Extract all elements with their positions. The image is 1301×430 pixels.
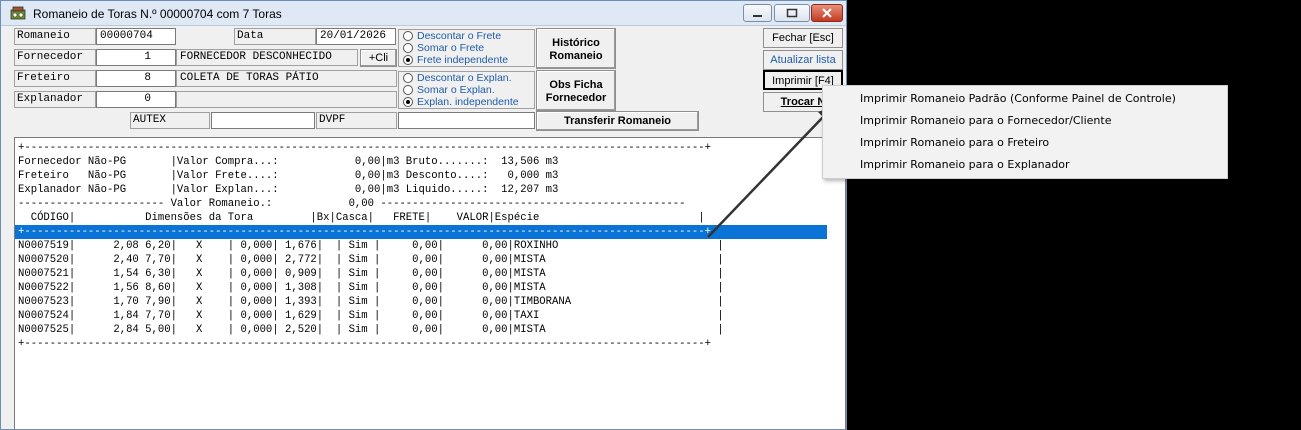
radio-icon (403, 43, 413, 53)
atualizar-lista-button[interactable]: Atualizar lista (763, 50, 843, 70)
historico-romaneio-button[interactable]: Histórico Romaneio (536, 28, 616, 69)
historico-line1: Histórico (552, 37, 600, 49)
explan-option-independente[interactable]: Explan. independente (399, 96, 534, 108)
autex-label: AUTEX (130, 112, 210, 129)
explan-option-label: Explan. independente (417, 96, 519, 108)
transferir-romaneio-button[interactable]: Transferir Romaneio (536, 111, 699, 131)
fechar-button[interactable]: Fechar [Esc] (763, 28, 843, 48)
dvpf-label: DVPF (316, 112, 397, 129)
table-row[interactable]: N0007525| 2,84 5,00| X | 0,000| 2,520| |… (18, 323, 724, 337)
fornecedor-name-field: FORNECEDOR DESCONHECIDO (176, 49, 358, 66)
minimize-icon (752, 15, 762, 17)
frete-option-somar[interactable]: Somar o Frete (399, 42, 534, 54)
explanador-label: Explanador (14, 91, 96, 108)
frete-option-label: Descontar o Frete (417, 30, 502, 42)
autex-field[interactable] (211, 112, 315, 129)
dvpf-field[interactable] (398, 112, 535, 129)
data-field[interactable]: 20/01/2026 (316, 28, 396, 45)
explanador-code-field[interactable]: 0 (96, 91, 176, 108)
obs-line1: Obs Ficha (549, 79, 603, 91)
fornecedor-label: Fornecedor (14, 49, 96, 66)
explan-option-somar[interactable]: Somar o Explan. (399, 84, 534, 96)
minimize-button[interactable] (743, 4, 772, 22)
report-line: +---------------------------------------… (18, 338, 711, 350)
radio-icon (403, 31, 413, 41)
window-title: Romaneio de Toras N.º 00000704 com 7 Tor… (33, 7, 282, 21)
frete-option-label: Somar o Frete (417, 42, 485, 54)
freteiro-name-field: COLETA DE TORAS PÁTIO (176, 70, 397, 87)
freteiro-code-field[interactable]: 8 (96, 70, 176, 87)
explan-option-group: Descontar o Explan. Somar o Explan. Expl… (398, 71, 535, 109)
report-line: ----------------------- Valor Romaneio.:… (18, 198, 686, 210)
maximize-icon (786, 8, 798, 18)
report-line: +---------------------------------------… (18, 142, 711, 154)
radio-icon (403, 73, 413, 83)
data-label: Data (234, 28, 316, 45)
table-row[interactable]: N0007524| 1,84 7,70| X | 0,000| 1,629| |… (18, 309, 724, 323)
report-line: Freteiro Não-PG |Valor Frete....: 0,00|m… (18, 170, 559, 182)
obs-line2: Fornecedor (545, 92, 607, 104)
explan-option-label: Descontar o Explan. (417, 72, 512, 84)
app-icon (10, 6, 26, 20)
obs-ficha-fornecedor-button[interactable]: Obs Ficha Fornecedor (536, 70, 616, 111)
table-row[interactable]: N0007521| 1,54 6,30| X | 0,000| 0,909| |… (18, 267, 724, 281)
menu-item-print-explanador[interactable]: Imprimir Romaneio para o Explanador (823, 154, 1227, 176)
frete-option-independente[interactable]: Frete independente (399, 54, 534, 66)
radio-selected-icon (403, 97, 413, 107)
table-row[interactable]: N0007522| 1,56 8,60| X | 0,000| 1,308| |… (18, 281, 724, 295)
frete-option-descontar[interactable]: Descontar o Frete (399, 30, 534, 42)
report-line: Explanador Não-PG |Valor Explan...: 0,00… (18, 184, 559, 196)
print-menu: Imprimir Romaneio Padrão (Conforme Paine… (822, 85, 1228, 179)
table-row[interactable]: N0007520| 2,40 7,70| X | 0,000| 2,772| |… (18, 253, 724, 267)
historico-line2: Romaneio (549, 50, 603, 62)
explan-option-descontar[interactable]: Descontar o Explan. (399, 72, 534, 84)
close-button[interactable] (811, 4, 843, 22)
fornecedor-code-field[interactable]: 1 (96, 49, 176, 66)
menu-item-print-freteiro[interactable]: Imprimir Romaneio para o Freteiro (823, 132, 1227, 154)
report-header: CÓDIGO| Dimensões da Tora |Bx|Casca| FRE… (18, 212, 705, 224)
report-line: Fornecedor Não-PG |Valor Compra...: 0,00… (18, 156, 559, 168)
add-client-button[interactable]: +Cli (360, 49, 397, 67)
explan-option-label: Somar o Explan. (417, 84, 495, 96)
menu-item-print-padrao[interactable]: Imprimir Romaneio Padrão (Conforme Paine… (823, 88, 1227, 110)
frete-option-group: Descontar o Frete Somar o Frete Frete in… (398, 29, 535, 67)
title-bar[interactable]: Romaneio de Toras N.º 00000704 com 7 Tor… (1, 1, 846, 26)
radio-icon (403, 85, 413, 95)
freteiro-label: Freteiro (14, 70, 96, 87)
explanador-name-field (176, 91, 397, 108)
close-icon (822, 8, 832, 18)
radio-selected-icon (403, 55, 413, 65)
table-row[interactable]: N0007519| 2,08 6,20| X | 0,000| 1,676| |… (18, 239, 724, 253)
frete-option-label: Frete independente (417, 54, 509, 66)
maximize-button[interactable] (774, 4, 810, 22)
romaneio-field[interactable]: 00000704 (96, 28, 176, 45)
romaneio-label: Romaneio (14, 28, 96, 45)
table-row[interactable]: N0007523| 1,70 7,90| X | 0,000| 1,393| |… (18, 295, 724, 309)
menu-item-print-fornecedor[interactable]: Imprimir Romaneio para o Fornecedor/Clie… (823, 110, 1227, 132)
